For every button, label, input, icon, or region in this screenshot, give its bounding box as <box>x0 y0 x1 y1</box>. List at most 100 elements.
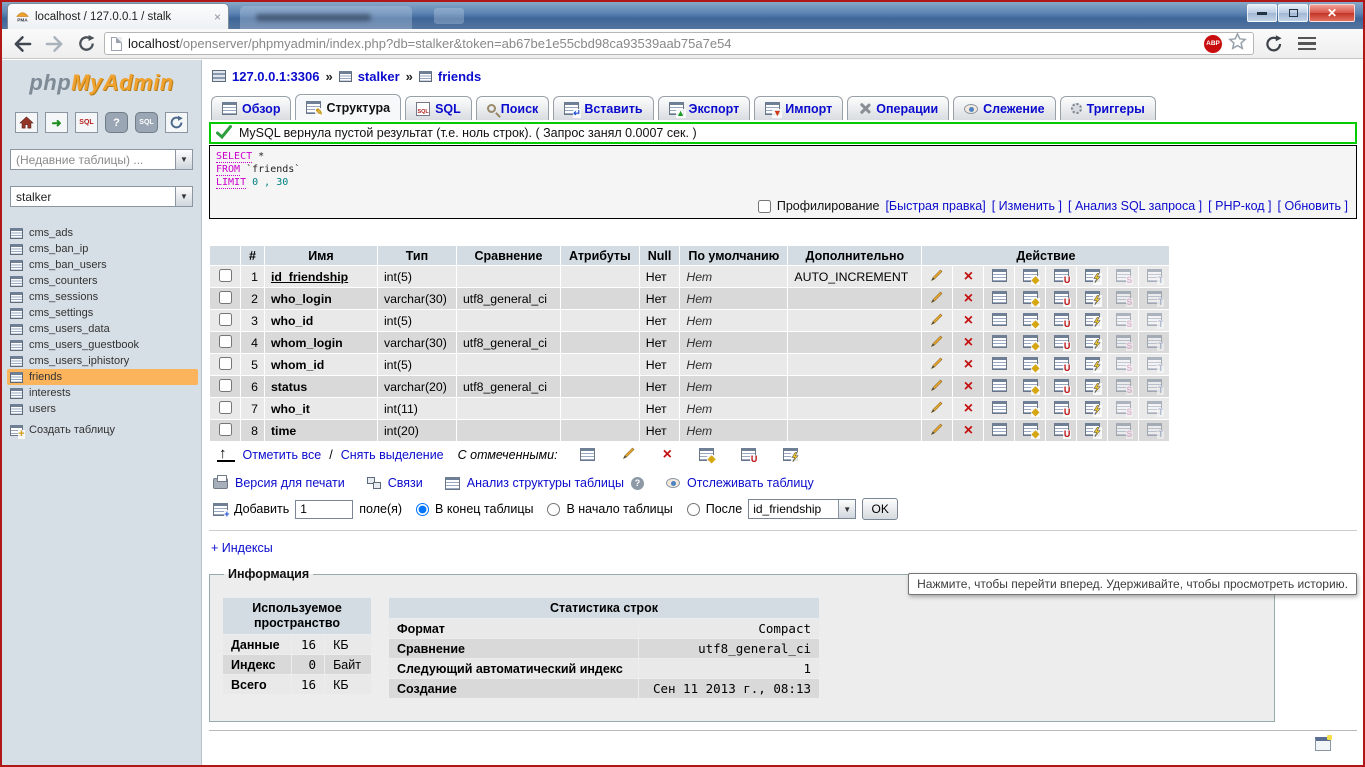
analyze-structure-link[interactable]: Анализ структуры таблицы <box>467 476 624 490</box>
row-checkbox[interactable] <box>219 379 232 392</box>
tab-insert[interactable]: ↵Вставить <box>553 96 653 120</box>
edit-field-button[interactable] <box>922 310 952 331</box>
drop-field-button[interactable]: × <box>953 420 983 441</box>
browse-values-button[interactable] <box>984 332 1014 353</box>
sidebar-table-item[interactable]: cms_ads <box>7 225 201 241</box>
query-action-link[interactable]: [ PHP-код ] <box>1208 199 1271 213</box>
radio-at-end[interactable] <box>416 503 429 516</box>
index-button[interactable] <box>1077 398 1107 419</box>
edit-icon[interactable] <box>622 446 636 463</box>
row-checkbox[interactable] <box>219 335 232 348</box>
breadcrumb-database[interactable]: stalker <box>358 69 400 84</box>
reload-navigation-icon[interactable] <box>165 112 188 133</box>
unique-button[interactable]: U <box>1046 288 1076 309</box>
menu-icon[interactable] <box>1298 37 1316 51</box>
row-checkbox[interactable] <box>219 357 232 370</box>
tab-export[interactable]: ▲Экспорт <box>658 96 751 120</box>
recent-tables-select[interactable]: (Недавние таблицы) ... ▼ <box>10 149 193 170</box>
spatial-button[interactable]: S <box>1108 332 1138 353</box>
spatial-button[interactable]: S <box>1108 354 1138 375</box>
radio-after[interactable] <box>687 503 700 516</box>
query-action-link[interactable]: [ Анализ SQL запроса ] <box>1068 199 1202 213</box>
drop-field-button[interactable]: × <box>953 310 983 331</box>
query-action-link[interactable]: [ Обновить ] <box>1278 199 1349 213</box>
drop-field-button[interactable]: × <box>953 398 983 419</box>
edit-field-button[interactable] <box>922 354 952 375</box>
browse-values-button[interactable] <box>984 310 1014 331</box>
url-text[interactable]: localhost/openserver/phpmyadmin/index.ph… <box>128 36 1198 51</box>
tab-import[interactable]: ▼Импорт <box>754 96 843 120</box>
browse-values-button[interactable] <box>984 398 1014 419</box>
browse-values-button[interactable] <box>984 266 1014 287</box>
logout-icon[interactable]: ➜ <box>45 112 68 133</box>
drop-field-button[interactable]: × <box>953 376 983 397</box>
fulltext-button[interactable]: T <box>1139 266 1169 287</box>
unique-button[interactable]: U <box>1046 310 1076 331</box>
sidebar-table-item[interactable]: cms_ban_ip <box>7 241 201 257</box>
edit-field-button[interactable] <box>922 420 952 441</box>
primary-key-button[interactable]: ◆ <box>1015 398 1045 419</box>
sidebar-table-item[interactable]: users <box>7 401 201 417</box>
fulltext-button[interactable]: T <box>1139 398 1169 419</box>
edit-field-button[interactable] <box>922 376 952 397</box>
address-bar[interactable]: localhost/openserver/phpmyadmin/index.ph… <box>104 32 1254 55</box>
background-tab[interactable] <box>240 6 412 29</box>
unique-button[interactable]: U <box>1046 376 1076 397</box>
chevron-down-icon[interactable]: ▼ <box>175 150 192 169</box>
check-all-link[interactable]: Отметить все <box>243 448 322 462</box>
fulltext-button[interactable]: T <box>1139 288 1169 309</box>
tab-search[interactable]: Поиск <box>476 96 550 120</box>
query-action-link[interactable]: [Быстрая правка] <box>885 199 985 213</box>
fulltext-button[interactable]: T <box>1139 310 1169 331</box>
primary-key-button[interactable]: ◆ <box>1015 376 1045 397</box>
close-button[interactable]: ✕ <box>1309 4 1355 22</box>
ok-button[interactable]: OK <box>862 498 898 520</box>
primary-key-button[interactable]: ◆ <box>1015 420 1045 441</box>
index-button[interactable] <box>1077 354 1107 375</box>
unique-button[interactable]: U <box>1046 354 1076 375</box>
unique-button[interactable]: U <box>1046 332 1076 353</box>
query-action-link[interactable]: [ Изменить ] <box>992 199 1062 213</box>
tab-sql[interactable]: SQLSQL <box>405 96 472 120</box>
drop-x-icon[interactable]: × <box>663 449 672 461</box>
unique-icon[interactable]: U <box>741 448 756 461</box>
unique-button[interactable]: U <box>1046 398 1076 419</box>
index-button[interactable] <box>1077 266 1107 287</box>
forward-button[interactable] <box>42 32 66 56</box>
index-button[interactable] <box>1077 332 1107 353</box>
index-icon[interactable] <box>783 448 798 461</box>
after-field-select[interactable]: id_friendship ▼ <box>748 499 856 519</box>
sidebar-table-item[interactable]: cms_users_guestbook <box>7 337 201 353</box>
edit-field-button[interactable] <box>922 266 952 287</box>
reload-button[interactable] <box>74 32 98 56</box>
unique-button[interactable]: U <box>1046 266 1076 287</box>
edit-field-button[interactable] <box>922 332 952 353</box>
drop-field-button[interactable]: × <box>953 354 983 375</box>
radio-at-begin[interactable] <box>547 503 560 516</box>
fulltext-button[interactable]: T <box>1139 332 1169 353</box>
sidebar-table-item[interactable]: cms_settings <box>7 305 201 321</box>
uncheck-all-link[interactable]: Снять выделение <box>341 448 444 462</box>
relations-link[interactable]: Связи <box>388 476 423 490</box>
minimize-button[interactable] <box>1247 4 1277 22</box>
tab-operations[interactable]: Операции <box>847 96 949 120</box>
primary-key-button[interactable]: ◆ <box>1015 310 1045 331</box>
tab-close-icon[interactable]: × <box>214 12 221 22</box>
track-table-link[interactable]: Отслеживать таблицу <box>687 476 814 490</box>
drop-field-button[interactable]: × <box>953 266 983 287</box>
browse-values-button[interactable] <box>984 354 1014 375</box>
unique-button[interactable]: U <box>1046 420 1076 441</box>
primary-key-button[interactable]: ◆ <box>1015 354 1045 375</box>
row-checkbox[interactable] <box>219 291 232 304</box>
index-button[interactable] <box>1077 288 1107 309</box>
chevron-down-icon[interactable]: ▼ <box>175 187 192 206</box>
edit-field-button[interactable] <box>922 398 952 419</box>
open-query-window-icon[interactable] <box>1315 737 1331 751</box>
database-select[interactable]: stalker ▼ <box>10 186 193 207</box>
sidebar-table-item[interactable]: cms_sessions <box>7 289 201 305</box>
maximize-button[interactable] <box>1278 4 1308 22</box>
adblock-icon[interactable]: ABP <box>1204 35 1222 53</box>
print-view-link[interactable]: Версия для печати <box>235 476 345 490</box>
browse-values-button[interactable] <box>984 420 1014 441</box>
breadcrumb-server[interactable]: 127.0.0.1:3306 <box>232 69 319 84</box>
